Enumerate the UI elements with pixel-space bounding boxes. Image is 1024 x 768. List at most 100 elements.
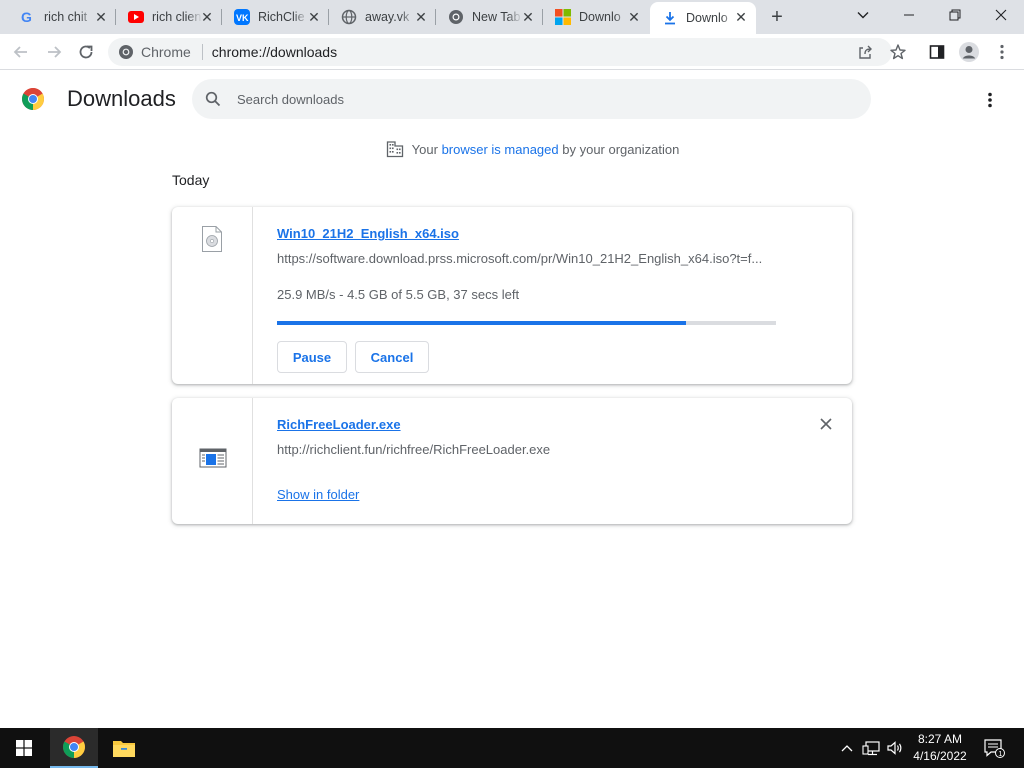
chevron-up-icon (841, 745, 853, 752)
tab-vk[interactable]: VK RichClie ✕ (222, 0, 329, 34)
tab-youtube[interactable]: rich clien ✕ (116, 0, 222, 34)
tab-microsoft-download[interactable]: Downlo ✕ (543, 0, 649, 34)
start-button[interactable] (0, 728, 48, 768)
notification-icon: 1 (984, 739, 1005, 758)
tab-google[interactable]: G rich chit ✕ (8, 0, 116, 34)
executable-file-icon (199, 446, 227, 474)
google-icon: G (20, 9, 36, 25)
kebab-menu-icon (988, 92, 992, 108)
forward-button[interactable] (42, 40, 66, 64)
restore-button[interactable] (932, 0, 978, 30)
taskbar-chrome[interactable] (50, 728, 98, 768)
share-icon (859, 45, 872, 59)
download-item: RichFreeLoader.exe http://richclient.fun… (172, 398, 852, 524)
cancel-button[interactable]: Cancel (355, 341, 429, 373)
managed-suffix: by your organization (562, 141, 680, 157)
microsoft-icon (555, 9, 571, 25)
speaker-icon (887, 741, 902, 755)
windows-logo-icon (16, 740, 32, 756)
download-status: 25.9 MB/s - 4.5 GB of 5.5 GB, 37 secs le… (277, 287, 520, 302)
tab-title: away.vk (365, 10, 410, 24)
action-center-button[interactable]: 1 (978, 728, 1010, 768)
windows-taskbar: 8:27 AM 4/16/2022 1 (0, 728, 1024, 768)
profile-button[interactable] (957, 40, 981, 64)
chrome-icon (119, 45, 133, 59)
show-hidden-icons-button[interactable] (838, 728, 856, 768)
tab-away-vk[interactable]: away.vk ✕ (329, 0, 436, 34)
tab-title: RichClie (258, 10, 305, 24)
reload-button[interactable] (74, 40, 98, 64)
close-icon[interactable]: ✕ (734, 10, 748, 24)
downloads-menu-button[interactable] (978, 88, 1002, 112)
restore-icon (949, 9, 961, 21)
close-icon[interactable]: ✕ (414, 10, 428, 24)
tab-new-tab[interactable]: New Tab ✕ (436, 0, 543, 34)
close-window-button[interactable] (978, 0, 1024, 30)
taskbar-file-explorer[interactable] (100, 728, 148, 768)
network-icon (862, 741, 880, 756)
vk-icon: VK (234, 9, 250, 25)
share-button[interactable] (856, 43, 874, 61)
source-url[interactable]: https://software.download.prss.microsoft… (277, 251, 772, 266)
tab-title: Downlo (579, 10, 621, 24)
side-panel-icon (929, 45, 945, 59)
volume-button[interactable] (884, 728, 906, 768)
page-title: Downloads (67, 86, 176, 111)
close-icon[interactable]: ✕ (307, 10, 321, 24)
tab-title: New Tab (472, 10, 521, 24)
building-icon (385, 139, 405, 159)
close-icon[interactable]: ✕ (627, 10, 641, 24)
back-button[interactable] (9, 40, 33, 64)
remove-from-list-button[interactable] (818, 416, 834, 432)
kebab-menu-icon (1000, 44, 1004, 60)
close-icon[interactable]: ✕ (521, 10, 535, 24)
download-icon (662, 10, 678, 26)
star-icon (890, 44, 906, 60)
tab-title: rich clien (152, 10, 202, 24)
show-in-folder-link[interactable]: Show in folder (277, 487, 359, 502)
tab-strip: G rich chit ✕ rich clien ✕ VK RichClie ✕… (0, 0, 1024, 34)
managed-notice: Your browser is managed by your organiza… (0, 139, 1024, 159)
youtube-icon (128, 9, 144, 25)
minimize-button[interactable] (886, 0, 932, 30)
arrow-right-icon (48, 46, 62, 58)
tab-title: Downlo (686, 11, 728, 25)
download-icon-column (172, 398, 253, 524)
tab-search-button[interactable] (840, 0, 886, 30)
source-url[interactable]: http://richclient.fun/richfree/RichFreeL… (277, 442, 772, 457)
svg-text:G: G (21, 9, 32, 25)
download-item: Win10_21H2_English_x64.iso https://softw… (172, 207, 852, 384)
close-icon[interactable]: ✕ (94, 10, 108, 24)
chrome-icon (448, 9, 464, 25)
chrome-menu-button[interactable] (990, 40, 1014, 64)
pause-button[interactable]: Pause (277, 341, 347, 373)
avatar-icon (959, 42, 979, 62)
taskbar-clock[interactable]: 8:27 AM 4/16/2022 (905, 731, 975, 765)
bookmark-button[interactable] (886, 40, 910, 64)
tab-downloads[interactable]: Downlo ✕ (650, 2, 756, 34)
svg-text:VK: VK (236, 13, 249, 23)
search-input[interactable] (237, 91, 837, 107)
address-bar[interactable]: Chrome chrome://downloads (108, 38, 892, 66)
site-info-chip[interactable]: Chrome (108, 44, 191, 60)
network-button[interactable] (860, 728, 882, 768)
chrome-logo (21, 87, 45, 111)
new-tab-button[interactable]: + (763, 6, 791, 28)
file-name-link[interactable]: Win10_21H2_English_x64.iso (277, 226, 459, 241)
managed-link[interactable]: browser is managed (442, 142, 559, 157)
date-section-header: Today (172, 172, 210, 188)
side-panel-button[interactable] (925, 40, 949, 64)
search-box[interactable] (192, 79, 871, 119)
chevron-down-icon (857, 12, 869, 19)
clock-date: 4/16/2022 (913, 749, 967, 763)
url-text[interactable]: chrome://downloads (212, 44, 337, 60)
progress-fill (277, 321, 687, 325)
file-name-link[interactable]: RichFreeLoader.exe (277, 417, 401, 432)
minimize-icon (904, 14, 914, 16)
arrow-left-icon (13, 46, 27, 58)
close-icon[interactable]: ✕ (200, 10, 214, 24)
globe-icon (341, 9, 357, 25)
browser-toolbar: Chrome chrome://downloads (0, 34, 1024, 70)
chrome-icon (63, 736, 85, 758)
download-icon-column (172, 207, 253, 384)
